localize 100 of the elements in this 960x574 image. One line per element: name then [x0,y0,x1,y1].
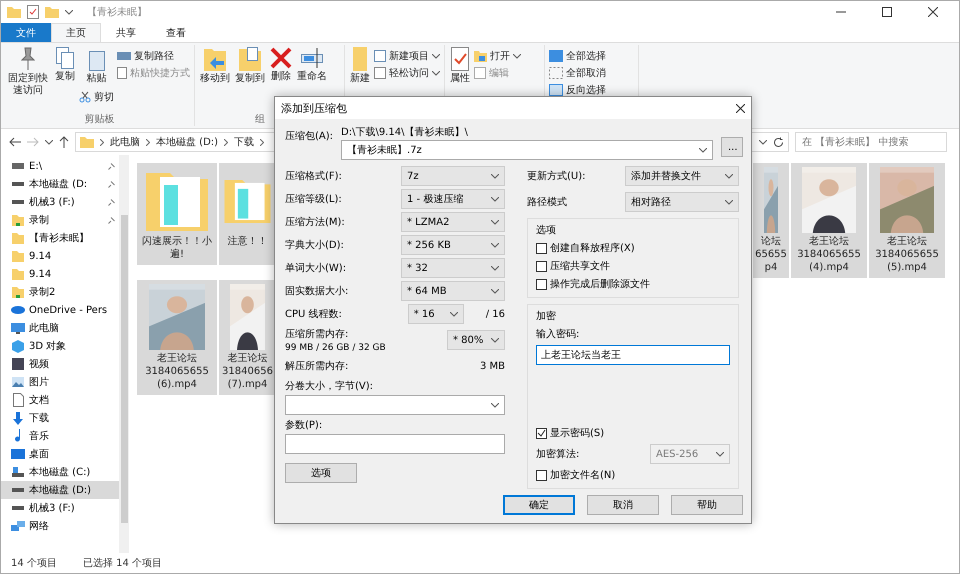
nav-item[interactable]: 此电脑 [1,319,119,337]
dropdown[interactable]: * LZMA2 [401,212,505,232]
dropdown[interactable]: * 16 [408,304,464,324]
copy-to-button[interactable]: 复制到 [234,45,266,87]
breadcrumb[interactable]: 本地磁盘 (D:) [156,135,218,149]
nav-item[interactable]: 机械3 (F:) [1,193,119,211]
archive-path: D:\下载\9.14\【青衫未眠】\ [341,126,469,139]
nav-item[interactable]: 录制2 [1,283,119,301]
rename-button[interactable]: 重命名 [296,45,328,85]
field-label: 更新方式(U): [527,170,586,183]
field-label: 压缩包(A): [285,130,334,143]
dropdown[interactable]: 添加并替换文件 [625,166,739,186]
nav-item[interactable]: 3D 对象 [1,337,119,355]
nav-item[interactable]: 音乐 [1,427,119,445]
nav-item[interactable]: 【青衫未眠】 [1,229,119,247]
nav-item[interactable]: 文档 [1,391,119,409]
checkbox[interactable]: 创建自释放程序(X) [536,241,730,255]
field-label: 分卷大小，字节(V): [285,380,374,393]
field-label: 压缩格式(F): [285,170,342,183]
delete-button[interactable]: 删除 [269,45,293,85]
field-label: 字典大小(D): [285,238,344,252]
file-menu-tab[interactable]: 文件 [1,23,51,42]
copy-button[interactable]: 复制 [54,45,76,85]
nav-item[interactable]: 本地磁盘 (D: [1,175,119,193]
nav-item[interactable]: 9.14 [1,265,119,283]
group-title: 选项 [536,224,557,237]
select-all-button[interactable]: 全部选择 [549,49,638,63]
field-label: 加密算法: [536,448,580,461]
window-title: 【青衫未眠】 [87,6,148,19]
checkbox[interactable]: 加密文件名(N) [536,468,730,482]
dropdown[interactable]: AES-256 [650,444,730,464]
video-file-item[interactable]: 老王论坛 3184065655 (4).mp4 [791,163,867,278]
browse-button[interactable]: ... [721,137,743,157]
memory-usage: 99 MB / 26 GB / 32 GB [285,343,386,353]
field-label: 压缩方法(M): [285,216,345,229]
checkbox[interactable]: 显示密码(S) [536,426,730,440]
easy-access-button[interactable]: 轻松访问 [374,66,440,80]
nav-item[interactable]: 本地磁盘 (C:) [1,463,119,481]
copy-path-button[interactable]: 复制路径 [117,49,190,63]
checkbox[interactable]: 压缩共享文件 [536,259,730,273]
archive-name-field[interactable]: 【青衫未眠】.7z [341,140,713,160]
checkbox[interactable]: 操作完成后删除源文件 [536,277,730,291]
dialog-button[interactable]: 确定 [503,495,575,515]
field-label: 路径模式 [527,196,567,209]
file-name: 老王论坛 3184065655 (4).mp4 [797,235,861,274]
select-none-button[interactable]: 全部取消 [549,66,638,80]
thread-total: / 16 [486,308,505,320]
file-name: 老王论坛 3184065655 (6).mp4 [145,352,209,391]
nav-item[interactable]: 本地磁盘 (D:) [1,481,119,499]
ribbon-tab[interactable]: 主页 [51,23,101,42]
folder-item[interactable]: 注意！！ [219,163,276,265]
nav-item[interactable]: 图片 [1,373,119,391]
field-label: 压缩所需内存: [285,328,350,341]
paste-button[interactable]: 粘贴 [79,49,114,87]
video-file-item[interactable]: 老王论坛 3184065655 (5).mp4 [869,163,945,278]
video-file-item[interactable]: 论坛 65655 p4 [753,163,789,278]
properties-button[interactable]: 属性 [449,45,471,87]
memory-value: 3 MB [480,360,505,372]
password-field[interactable]: 上老王论坛当老王 [536,345,730,365]
folder-item[interactable]: 闪速展示！！小 遍! [137,163,217,265]
breadcrumb[interactable]: 此电脑 [110,135,140,149]
dropdown[interactable]: 7z [401,166,505,186]
dropdown[interactable]: * 80% [447,330,505,350]
pin-button[interactable]: 固定到快速访问 [5,45,51,99]
nav-item[interactable]: 录制 [1,211,119,229]
cut-button[interactable]: 剪切 [79,90,114,104]
item-count: 14 个项目 [11,557,57,570]
field-label: 输入密码: [536,328,580,341]
nav-item[interactable]: 网络 [1,517,119,535]
dropdown[interactable]: * 64 MB [401,281,505,301]
move-to-button[interactable]: 移动到 [199,45,231,87]
nav-item[interactable]: 9.14 [1,247,119,265]
dropdown[interactable]: * 32 [401,258,505,278]
field-label: 固实数据大小: [285,284,348,298]
dropdown[interactable]: 相对路径 [625,192,739,212]
invert-selection-button[interactable]: 反向选择 [549,83,638,97]
dialog-title: 添加到压缩包 [281,100,347,116]
nav-item[interactable]: E:\ [1,157,119,175]
new-item-button[interactable]: 新建项目 [374,49,440,63]
video-file-item[interactable]: 老王论坛 31840656 (7).mp4 [219,280,276,395]
nav-item[interactable]: 下载 [1,409,119,427]
options-button[interactable]: 选项 [285,463,357,483]
field-label: 单词大小(W): [285,262,346,275]
dialog-button[interactable]: 取消 [587,495,659,515]
video-file-item[interactable]: 老王论坛 3184065655 (6).mp4 [137,280,217,395]
open-button[interactable]: 打开 [474,49,521,63]
file-name: 论坛 65655 p4 [755,235,787,274]
nav-item[interactable]: 机械3 (F:) [1,499,119,517]
nav-item[interactable]: 桌面 [1,445,119,463]
dropdown[interactable]: * 256 KB [401,235,505,255]
dialog-button[interactable]: 帮助 [671,495,743,515]
field-label: 解压所需内存: [285,360,348,373]
breadcrumb[interactable]: 下载 [234,135,254,149]
nav-item[interactable]: 视频 [1,355,119,373]
nav-item[interactable]: OneDrive - Pers [1,301,119,319]
search-field[interactable]: 在 【青衫未眠】 中搜索 [795,132,947,152]
field-label: 压缩等级(L): [285,192,342,206]
new-folder-button[interactable]: 新建 [349,45,371,87]
dropdown[interactable]: 1 - 极速压缩 [401,189,505,209]
field-label: CPU 线程数: [285,308,342,321]
